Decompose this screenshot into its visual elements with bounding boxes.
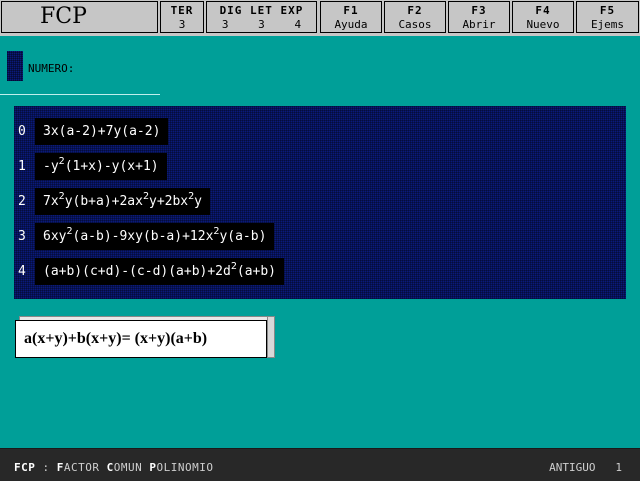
f5-ejems-button[interactable]: F5 Ejems: [576, 1, 639, 33]
expression-text: y: [194, 194, 202, 209]
case-index: 4: [18, 264, 26, 279]
expression-text: 7x: [43, 194, 59, 209]
cases-panel: 0 3x(a-2)+7y(a-2) 1 -y2(1+x)-y(x+1) 2 7x…: [14, 106, 626, 299]
status-highlight: P: [149, 461, 157, 474]
case-expression[interactable]: -y2(1+x)-y(x+1): [35, 153, 167, 180]
app-title: FCP: [1, 1, 158, 33]
expression-text: (1+x)-y(x+1): [64, 159, 159, 174]
top-bar: FCP TER 3 DIG LET EXP 3 3 4 F1 Ayuda F2 …: [0, 0, 640, 36]
numero-label: NUMERO:: [28, 62, 75, 75]
counter-ter: TER 3: [160, 1, 204, 33]
expression-text: y(b+a)+2ax: [64, 194, 143, 209]
status-description: FCP : FACTOR COMUN POLINOMIO: [14, 461, 213, 474]
f4-label: Nuevo: [526, 18, 560, 31]
status-antiguo-value: 1: [615, 461, 622, 474]
counter-ter-label: TER: [170, 4, 194, 17]
f4-key: F4: [535, 4, 551, 17]
counter-dig-let-exp-label: DIG LET EXP: [219, 4, 304, 17]
case-index: 1: [18, 159, 26, 174]
status-text: :: [35, 461, 57, 474]
case-index: 3: [18, 229, 26, 244]
expression-text: 6xy: [43, 229, 67, 244]
expression-text: y(a-b): [219, 229, 267, 244]
expression-text: -y: [43, 159, 59, 174]
f2-casos-button[interactable]: F2 Casos: [384, 1, 446, 33]
f3-label: Abrir: [462, 18, 496, 31]
f5-key: F5: [599, 4, 616, 17]
counter-dig-let-exp: DIG LET EXP 3 3 4: [206, 1, 317, 33]
f4-nuevo-button[interactable]: F4 Nuevo: [512, 1, 574, 33]
case-expression[interactable]: (a+b)(c+d)-(c-d)(a+b)+2d2(a+b): [35, 258, 285, 285]
status-antiguo-label: ANTIGUO: [549, 461, 596, 474]
f1-label: Ayuda: [334, 18, 368, 31]
counter-exp-value: 4: [294, 18, 302, 31]
example-factorization: a(x+y)+b(x+y)= (x+y)(a+b): [15, 320, 267, 358]
expression-text: y+2bx: [149, 194, 189, 209]
status-highlight: F: [56, 461, 64, 474]
f1-ayuda-button[interactable]: F1 Ayuda: [320, 1, 382, 33]
expression-text: (a+b): [236, 264, 277, 279]
case-index: 0: [18, 124, 26, 139]
f5-label: Ejems: [590, 18, 625, 31]
status-text: OMUN: [113, 461, 150, 474]
example-box-bevel-side: [267, 316, 275, 358]
status-highlight: FCP: [14, 461, 36, 474]
case-expression[interactable]: 6xy2(a-b)-9xy(b-a)+12x2y(a-b): [35, 223, 275, 250]
counter-let-value: 3: [258, 18, 265, 31]
status-text: ACTOR: [63, 461, 107, 474]
expression-text: (a-b)-9xy(b-a)+12x: [72, 229, 214, 244]
counter-dig-value: 3: [221, 18, 229, 31]
status-highlight: C: [106, 461, 114, 474]
status-text: OLINOMIO: [156, 461, 214, 474]
case-expression[interactable]: 3x(a-2)+7y(a-2): [35, 118, 169, 145]
case-expression[interactable]: 7x2y(b+a)+2ax2y+2bx2y: [35, 188, 210, 215]
expression-text: 3x(a-2)+7y(a-2): [43, 124, 161, 139]
f3-key: F3: [471, 4, 487, 17]
counter-ter-value: 3: [178, 18, 186, 31]
f2-label: Casos: [398, 18, 432, 31]
f2-key: F2: [407, 4, 423, 17]
status-antiguo: ANTIGUO 1: [549, 461, 622, 474]
f1-key: F1: [343, 4, 359, 17]
numero-cursor-box[interactable]: [7, 51, 23, 81]
status-bar: FCP : FACTOR COMUN POLINOMIO ANTIGUO 1: [0, 448, 640, 481]
case-index: 2: [18, 194, 26, 209]
expression-text: (a+b)(c+d)-(c-d)(a+b)+2d: [43, 264, 231, 279]
f3-abrir-button[interactable]: F3 Abrir: [448, 1, 510, 33]
numero-underline: [0, 94, 160, 95]
